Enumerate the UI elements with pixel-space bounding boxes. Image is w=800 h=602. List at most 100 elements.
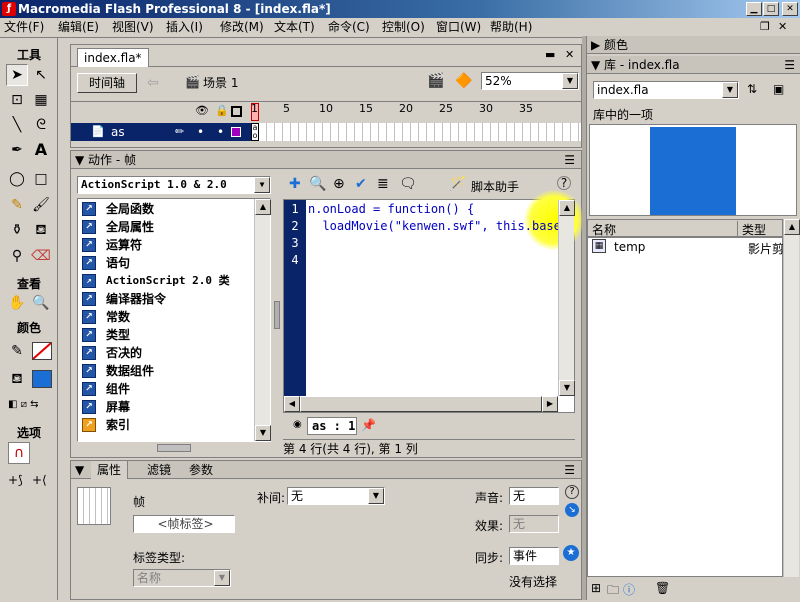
ink-bottle-icon[interactable]: ⚱ <box>6 219 28 241</box>
help-icon[interactable]: ? <box>557 176 571 190</box>
pin-library-icon[interactable]: ⇅ <box>747 82 757 96</box>
find-icon[interactable]: 🔍 <box>309 176 326 192</box>
text-tool-icon[interactable]: A <box>30 139 52 161</box>
tree-item[interactable]: ↗ ActionScript 2.0 类 <box>78 272 254 290</box>
zoom-tool-icon[interactable]: 🔍 <box>30 292 52 314</box>
version-select[interactable]: ActionScript 1.0 & 2.0 ▼ <box>77 176 271 194</box>
tree-item[interactable]: ↗ 组件 <box>78 380 254 398</box>
scroll-left-icon[interactable]: ◀ <box>284 396 300 412</box>
tab-parameters[interactable]: 参数 <box>189 461 213 479</box>
panel-menu-icon[interactable]: ☰ <box>564 151 575 169</box>
help-icon[interactable]: ? <box>565 485 579 499</box>
tree-item[interactable]: ↗ 屏幕 <box>78 398 254 416</box>
menu-help[interactable]: 帮助(H) <box>490 18 532 36</box>
splitter-handle[interactable] <box>274 301 280 329</box>
library-item-name[interactable]: temp <box>614 240 645 254</box>
lasso-tool-icon[interactable]: ᘓ <box>30 114 52 136</box>
edit-scene-icon[interactable]: 🎬 <box>427 73 444 89</box>
script-assist-button[interactable]: 脚本助手 <box>471 178 519 195</box>
fill-transform-icon[interactable]: ▦ <box>30 89 52 111</box>
collapse-arrow-icon[interactable]: ▼ <box>75 153 88 167</box>
oval-tool-icon[interactable]: ◯ <box>6 168 28 190</box>
delete-icon[interactable]: 🗑 <box>655 581 670 595</box>
new-library-icon[interactable]: ▣ <box>773 82 784 96</box>
paint-bucket-icon[interactable]: ⛾ <box>30 219 52 241</box>
col-type[interactable]: 类型 <box>742 221 766 238</box>
chevron-down-icon[interactable]: ▼ <box>214 570 230 586</box>
scroll-down-icon[interactable]: ▼ <box>559 380 575 396</box>
scroll-up-icon[interactable]: ▲ <box>784 219 800 235</box>
properties-icon[interactable]: ⓘ <box>623 581 635 598</box>
collapse-arrow-icon[interactable]: ▼ <box>591 58 604 72</box>
subselect-tool-icon[interactable]: ↖ <box>30 64 52 86</box>
library-row[interactable]: ▦ temp 影片剪 <box>588 238 784 256</box>
code-hint-icon[interactable]: 🗨 <box>399 176 417 192</box>
frame-cells[interactable]: ao <box>251 123 581 141</box>
pen-tool-icon[interactable]: ✒ <box>6 139 28 161</box>
layer-name[interactable]: as <box>111 123 125 141</box>
zoom-select[interactable]: 52% ▼ <box>481 72 579 90</box>
doc-close-tab-icon[interactable]: ✕ <box>565 48 574 61</box>
scene-label[interactable]: 场景 1 <box>203 75 238 91</box>
frame-name-field[interactable]: <帧标签> <box>133 515 235 533</box>
smooth-icon[interactable]: +⟆ <box>8 473 23 487</box>
minimize-button[interactable]: ▁ <box>746 2 762 16</box>
pin-icon[interactable]: 📌 <box>361 418 376 432</box>
hscroll-thumb[interactable] <box>300 396 542 412</box>
tab-filters[interactable]: 滤镜 <box>147 461 171 479</box>
sound-select[interactable]: 无 <box>509 487 559 505</box>
actions-header[interactable]: ▼ 动作 - 帧 ☰ <box>71 151 581 169</box>
back-arrow-icon[interactable]: ⇦ <box>147 75 159 91</box>
script-editor[interactable]: 1 2 3 4 n.onLoad = function() { loadMovi… <box>283 190 584 413</box>
check-syntax-icon[interactable]: ✔ <box>355 176 367 192</box>
new-folder-icon[interactable]: 🗀 <box>607 581 619 602</box>
line-tool-icon[interactable]: ╲ <box>6 114 28 136</box>
library-scrollbar[interactable]: ▲ <box>783 219 800 577</box>
scroll-up-icon[interactable]: ▲ <box>255 199 271 215</box>
eyedropper-icon[interactable]: ⚲ <box>6 245 28 267</box>
snap-magnet-icon[interactable]: ∩ <box>8 442 30 464</box>
straighten-icon[interactable]: +⟨ <box>32 473 47 487</box>
menu-modify[interactable]: 修改(M) <box>220 18 264 36</box>
layer-outline-color[interactable] <box>231 127 241 137</box>
library-select[interactable]: index.fla ▼ <box>593 81 739 99</box>
menu-commands[interactable]: 命令(C) <box>328 18 370 36</box>
sync-select[interactable]: 事件 <box>509 547 559 565</box>
chevron-down-icon[interactable]: ▼ <box>562 73 578 89</box>
layer-row[interactable]: 📄 as ✏ • • <box>71 123 251 141</box>
expand-icon[interactable]: ↘ <box>565 503 579 517</box>
fill-color-swatch[interactable] <box>32 370 52 388</box>
menu-view[interactable]: 视图(V) <box>112 18 154 36</box>
tree-item[interactable]: ↗ 数据组件 <box>78 362 254 380</box>
keyframe-action[interactable]: ao <box>251 123 259 141</box>
script-assist-icon[interactable]: 🪄 <box>449 176 466 192</box>
menu-file[interactable]: 文件(F) <box>4 18 44 36</box>
menu-insert[interactable]: 插入(I) <box>166 18 203 36</box>
doc-restore-icon[interactable]: ❐ <box>760 20 770 34</box>
brush-tool-icon[interactable]: 🖌 <box>30 194 52 216</box>
accessibility-icon[interactable]: ★ <box>563 545 579 561</box>
library-panel-header[interactable]: ▼ 库 - index.fla ☰ <box>587 56 800 74</box>
colors-panel-header[interactable]: ▶ 颜色 <box>587 36 800 54</box>
tab-properties[interactable]: 属性 <box>91 461 129 479</box>
close-button[interactable]: ✕ <box>782 2 798 16</box>
layer-visible-dot[interactable]: • <box>197 123 204 141</box>
editor-hscrollbar[interactable]: ◀ ▶ <box>284 396 558 412</box>
eye-icon[interactable]: 👁 <box>195 104 209 117</box>
eraser-tool-icon[interactable]: ⌫ <box>30 245 52 267</box>
target-icon[interactable]: ⊕ <box>333 176 345 192</box>
rectangle-tool-icon[interactable]: □ <box>30 168 52 190</box>
chevron-down-icon[interactable]: ▼ <box>254 177 270 193</box>
fill-color-icon[interactable]: ⛾ <box>6 368 28 390</box>
color-swap-icons[interactable]: ◧ ⧄ ⇆ <box>8 398 52 412</box>
chevron-down-icon[interactable]: ▼ <box>368 488 384 504</box>
tree-item[interactable]: ↗ 全局函数 <box>78 200 254 218</box>
new-symbol-icon[interactable]: ⊞ <box>591 581 601 595</box>
label-type-select[interactable]: 名称 ▼ <box>133 569 231 587</box>
col-name[interactable]: 名称 <box>592 221 738 238</box>
editor-vscrollbar[interactable]: ▲ ▼ <box>558 200 575 396</box>
doc-close-icon[interactable]: ✕ <box>778 20 787 34</box>
layer-lock-dot[interactable]: • <box>217 123 224 141</box>
effect-select[interactable]: 无 <box>509 515 559 533</box>
timeline-button[interactable]: 时间轴 <box>77 73 137 93</box>
